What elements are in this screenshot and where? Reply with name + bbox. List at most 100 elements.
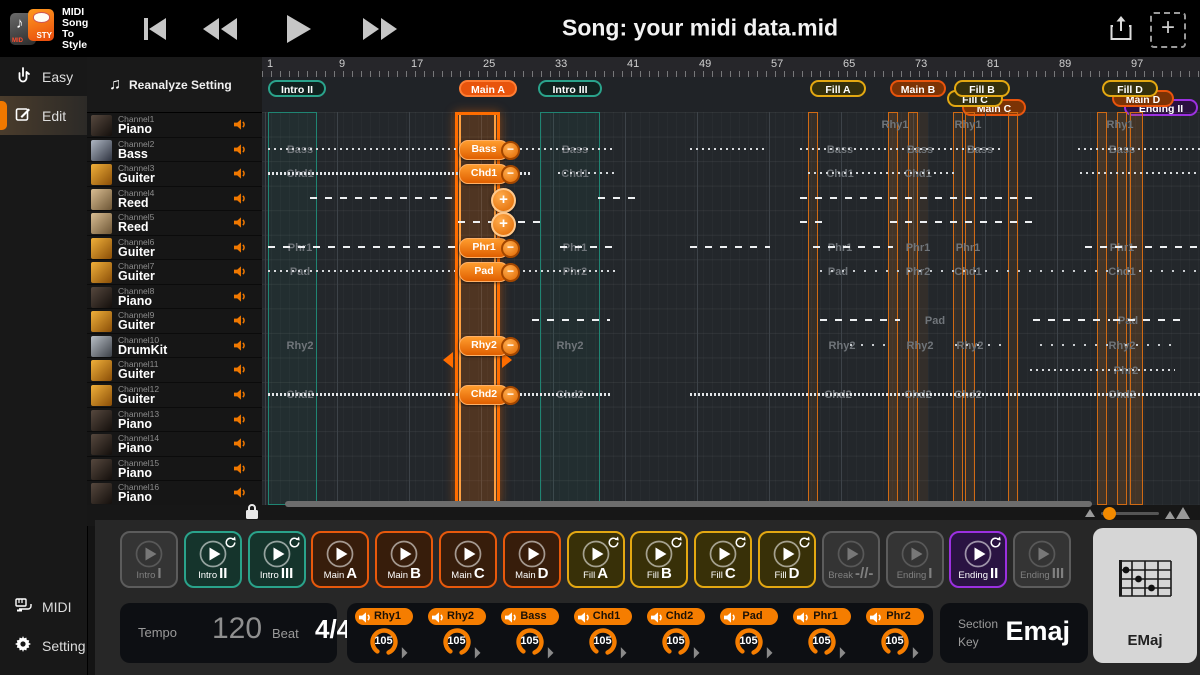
- speaker-icon[interactable]: [233, 413, 248, 431]
- tab-edit[interactable]: Edit: [0, 96, 87, 135]
- part-volume-knob[interactable]: 105: [732, 627, 766, 657]
- part-mute-pill[interactable]: Phr1: [793, 608, 851, 625]
- speaker-icon[interactable]: [233, 167, 248, 185]
- section-marker-fill-a[interactable]: Fill A: [810, 80, 866, 97]
- remove-part-icon[interactable]: −: [501, 239, 520, 258]
- channel-row[interactable]: Channel12Guiter: [87, 383, 262, 408]
- section-button-ending-iii[interactable]: EndingIII: [1013, 531, 1071, 588]
- tab-easy[interactable]: Easy: [0, 57, 87, 96]
- speaker-icon[interactable]: [233, 265, 248, 283]
- zoom-slider-knob[interactable]: [1103, 507, 1116, 520]
- channel-row[interactable]: Channel6Guiter: [87, 236, 262, 261]
- section-marker-main-b[interactable]: Main B: [890, 80, 946, 97]
- section-button-fill-c[interactable]: FillC: [694, 531, 752, 588]
- part-volume-knob[interactable]: 105: [586, 627, 620, 657]
- part-volume-knob[interactable]: 105: [878, 627, 912, 657]
- speaker-icon[interactable]: [233, 290, 248, 308]
- part-volume-knob[interactable]: 105: [513, 627, 547, 657]
- play-button[interactable]: [284, 13, 312, 45]
- tab-setting[interactable]: Setting: [0, 626, 87, 665]
- selected-part-pill[interactable]: Rhy2−: [459, 336, 509, 356]
- add-part-button[interactable]: +: [491, 212, 516, 237]
- channel-row[interactable]: Channel4Reed: [87, 187, 262, 212]
- section-marker-main-a[interactable]: Main A: [459, 80, 517, 97]
- speaker-icon[interactable]: [233, 216, 248, 234]
- part-volume-knob[interactable]: 105: [367, 627, 401, 657]
- selected-part-pill[interactable]: Chd2−: [459, 385, 509, 405]
- channel-row[interactable]: Channel8Piano: [87, 285, 262, 310]
- speaker-icon[interactable]: [233, 437, 248, 455]
- remove-part-icon[interactable]: −: [501, 337, 520, 356]
- remove-part-icon[interactable]: −: [501, 386, 520, 405]
- channel-row[interactable]: Channel3Guiter: [87, 162, 262, 187]
- section-marker-intro-iii[interactable]: Intro III: [538, 80, 602, 97]
- section-button-fill-d[interactable]: FillD: [758, 531, 816, 588]
- reanalyze-setting-button[interactable]: ♫ Reanalyze Setting: [87, 57, 262, 113]
- speaker-icon[interactable]: [233, 241, 248, 259]
- section-button-main-d[interactable]: MainD: [503, 531, 561, 588]
- remove-part-icon[interactable]: −: [501, 263, 520, 282]
- channel-row[interactable]: Channel11Guiter: [87, 358, 262, 383]
- part-volume-knob[interactable]: 105: [440, 627, 474, 657]
- speaker-icon[interactable]: [233, 363, 248, 381]
- part-mute-pill[interactable]: Bass: [501, 608, 559, 625]
- selected-part-pill[interactable]: Chd1−: [459, 164, 509, 184]
- part-mute-pill[interactable]: Rhy1: [355, 608, 413, 625]
- section-button-ending-ii[interactable]: EndingII: [949, 531, 1007, 588]
- channel-row[interactable]: Channel16Piano: [87, 481, 262, 506]
- channel-row[interactable]: Channel13Piano: [87, 408, 262, 433]
- speaker-icon[interactable]: [233, 486, 248, 504]
- speaker-icon[interactable]: [233, 118, 248, 136]
- share-icon[interactable]: [1108, 15, 1134, 48]
- bar-ruler[interactable]: 191725334149576573818997: [262, 57, 1200, 77]
- channel-row[interactable]: Channel7Guiter: [87, 260, 262, 285]
- part-mute-pill[interactable]: Pad: [720, 608, 778, 625]
- section-key-value[interactable]: Emaj: [1005, 616, 1070, 647]
- channel-row[interactable]: Channel15Piano: [87, 457, 262, 482]
- channel-row[interactable]: Channel9Guiter: [87, 309, 262, 334]
- remove-part-icon[interactable]: −: [501, 165, 520, 184]
- part-mute-pill[interactable]: Chd2: [647, 608, 705, 625]
- zoom-slider[interactable]: [1101, 512, 1159, 515]
- section-button-intro-ii[interactable]: IntroII: [184, 531, 242, 588]
- section-button-fill-a[interactable]: FillA: [567, 531, 625, 588]
- timeline[interactable]: 191725334149576573818997 Ending IIMain C…: [262, 57, 1200, 505]
- speaker-icon[interactable]: [233, 192, 248, 210]
- selected-part-pill[interactable]: Bass−: [459, 140, 509, 160]
- chord-card[interactable]: EMaj: [1093, 528, 1197, 663]
- channel-row[interactable]: Channel14Piano: [87, 432, 262, 457]
- add-part-button[interactable]: +: [491, 188, 516, 213]
- section-button-intro-iii[interactable]: IntroIII: [248, 531, 306, 588]
- add-button[interactable]: +: [1150, 12, 1186, 48]
- speaker-icon[interactable]: [233, 143, 248, 161]
- speaker-icon[interactable]: [233, 339, 248, 357]
- tab-midi[interactable]: MIDI: [0, 587, 87, 626]
- part-mute-pill[interactable]: Chd1: [574, 608, 632, 625]
- horizontal-scrollbar[interactable]: [285, 501, 1092, 507]
- speaker-icon[interactable]: [233, 388, 248, 406]
- selected-part-pill[interactable]: Pad−: [459, 262, 509, 282]
- section-button-main-c[interactable]: MainC: [439, 531, 497, 588]
- channel-row[interactable]: Channel10DrumKit: [87, 334, 262, 359]
- part-volume-knob[interactable]: 105: [805, 627, 839, 657]
- part-mute-pill[interactable]: Phr2: [866, 608, 924, 625]
- section-marker-fill-d[interactable]: Fill D: [1102, 80, 1158, 97]
- section-marker-fill-b[interactable]: Fill B: [954, 80, 1010, 97]
- fast-forward-button[interactable]: [360, 15, 400, 43]
- channel-row[interactable]: Channel2Bass: [87, 138, 262, 163]
- section-button-main-b[interactable]: MainB: [375, 531, 433, 588]
- selected-part-pill[interactable]: Phr1−: [459, 238, 509, 258]
- speaker-icon[interactable]: [233, 314, 248, 332]
- channel-row[interactable]: Channel5Reed: [87, 211, 262, 236]
- section-button-main-a[interactable]: MainA: [311, 531, 369, 588]
- remove-part-icon[interactable]: −: [501, 141, 520, 160]
- tempo-value[interactable]: 120: [212, 612, 262, 646]
- selection-left-handle[interactable]: [443, 352, 453, 368]
- section-button-intro-i[interactable]: IntroI: [120, 531, 178, 588]
- section-button-fill-b[interactable]: FillB: [630, 531, 688, 588]
- zoom-in-icon[interactable]: [1165, 507, 1190, 519]
- zoom-out-icon[interactable]: [1085, 509, 1095, 517]
- rewind-button[interactable]: [200, 15, 240, 43]
- skip-to-start-button[interactable]: [140, 15, 170, 43]
- part-volume-knob[interactable]: 105: [659, 627, 693, 657]
